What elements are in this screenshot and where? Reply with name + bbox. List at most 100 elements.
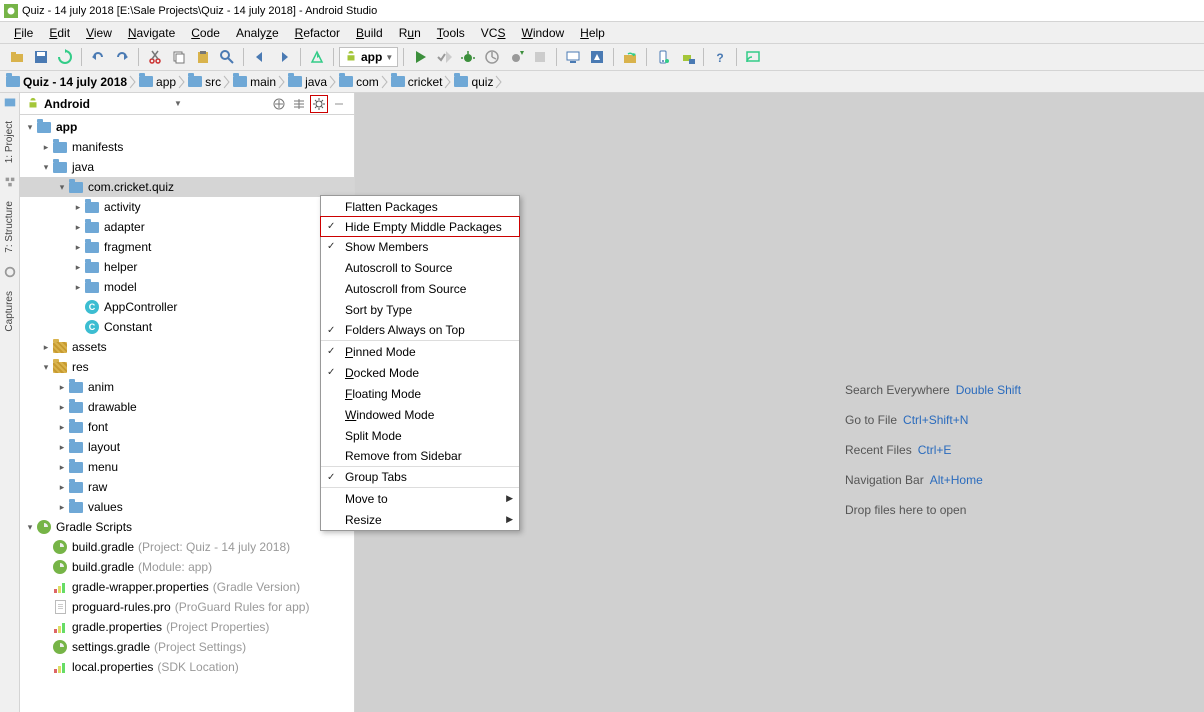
undo-icon[interactable] (87, 46, 109, 68)
menu-item-flatten-packages[interactable]: Flatten Packages (321, 196, 519, 217)
project-view-selector[interactable]: Android ▼ (44, 97, 182, 111)
tree-node-manifests[interactable]: manifests (20, 137, 354, 157)
crumb-cricket[interactable]: cricket (389, 75, 445, 89)
project-tab-icon[interactable] (3, 95, 17, 109)
structure-tab-icon[interactable] (3, 175, 17, 189)
stop-icon[interactable] (529, 46, 551, 68)
menu-item-remove-from-sidebar[interactable]: Remove from Sidebar (321, 446, 519, 467)
menu-tools[interactable]: Tools (429, 24, 473, 42)
menu-item-floating-mode[interactable]: Floating Mode (321, 383, 519, 404)
tree-node-drawable[interactable]: drawable (20, 397, 354, 417)
make-icon[interactable] (306, 46, 328, 68)
copy-icon[interactable] (168, 46, 190, 68)
menu-item-folders-always-on-top[interactable]: ✓Folders Always on Top (321, 320, 519, 341)
menu-item-docked-mode[interactable]: ✓Docked Mode (321, 362, 519, 383)
debug-icon[interactable] (457, 46, 479, 68)
crumb-java[interactable]: java (286, 75, 329, 89)
menu-item-resize[interactable]: Resize▶ (321, 509, 519, 530)
menu-help[interactable]: Help (572, 24, 613, 42)
apply-changes-icon[interactable] (433, 46, 455, 68)
tree-node-package[interactable]: com.cricket.quiz (20, 177, 354, 197)
run-icon[interactable] (409, 46, 431, 68)
menu-vcs[interactable]: VCS (473, 24, 514, 42)
open-icon[interactable] (6, 46, 28, 68)
android-profiler-icon[interactable] (676, 46, 698, 68)
captures-tab-icon[interactable] (3, 265, 17, 279)
profile-icon[interactable] (481, 46, 503, 68)
tree-node-res[interactable]: res (20, 357, 354, 377)
paste-icon[interactable] (192, 46, 214, 68)
attach-debugger-icon[interactable] (505, 46, 527, 68)
menu-refactor[interactable]: Refactor (287, 24, 348, 42)
run-config-selector[interactable]: app ▼ (339, 47, 398, 67)
cast-icon[interactable] (742, 46, 764, 68)
menu-item-sort-by-type[interactable]: Sort by Type (321, 299, 519, 320)
tree-node-gradle-scripts[interactable]: Gradle Scripts (20, 517, 354, 537)
tree-node-assets[interactable]: assets (20, 337, 354, 357)
menu-item-split-mode[interactable]: Split Mode (321, 425, 519, 446)
tree-node-gradle-file[interactable]: gradle.properties(Project Properties) (20, 617, 354, 637)
menu-file[interactable]: File (6, 24, 41, 42)
scroll-from-source-icon[interactable] (270, 95, 288, 113)
tree-node-adapter[interactable]: adapter (20, 217, 354, 237)
tab-structure[interactable]: 7: Structure (2, 197, 17, 257)
menu-item-move-to[interactable]: Move to▶ (321, 488, 519, 509)
tree-node-constant[interactable]: CConstant (20, 317, 354, 337)
crumb-com[interactable]: com (337, 75, 381, 89)
forward-icon[interactable] (273, 46, 295, 68)
tab-project[interactable]: 1: Project (2, 117, 17, 167)
crumb-quiz[interactable]: quiz (452, 75, 495, 89)
avd-manager-icon[interactable] (562, 46, 584, 68)
find-icon[interactable] (216, 46, 238, 68)
sdk-manager-icon[interactable] (586, 46, 608, 68)
menu-code[interactable]: Code (183, 24, 228, 42)
tree-node-raw[interactable]: raw (20, 477, 354, 497)
tree-node-java[interactable]: java (20, 157, 354, 177)
tree-node-gradle-file[interactable]: proguard-rules.pro(ProGuard Rules for ap… (20, 597, 354, 617)
tree-node-layout[interactable]: layout (20, 437, 354, 457)
menu-edit[interactable]: Edit (41, 24, 78, 42)
collapse-all-icon[interactable] (290, 95, 308, 113)
menu-view[interactable]: View (78, 24, 120, 42)
gear-icon[interactable] (310, 95, 328, 113)
crumb-app[interactable]: app (137, 75, 178, 89)
tree-node-activity[interactable]: activity (20, 197, 354, 217)
menu-item-windowed-mode[interactable]: Windowed Mode (321, 404, 519, 425)
tree-node-fragment[interactable]: fragment (20, 237, 354, 257)
hide-icon[interactable] (330, 95, 348, 113)
refresh-icon[interactable] (54, 46, 76, 68)
menu-item-pinned-mode[interactable]: ✓Pinned Mode (321, 341, 519, 362)
tree-node-helper[interactable]: helper (20, 257, 354, 277)
menu-run[interactable]: Run (391, 24, 429, 42)
crumb-src[interactable]: src (186, 75, 223, 89)
sync-icon[interactable] (619, 46, 641, 68)
menu-build[interactable]: Build (348, 24, 391, 42)
crumb-main[interactable]: main (231, 75, 278, 89)
menu-item-show-members[interactable]: ✓Show Members (321, 236, 519, 257)
menu-window[interactable]: Window (513, 24, 572, 42)
save-icon[interactable] (30, 46, 52, 68)
menu-item-hide-empty-middle-packages[interactable]: ✓Hide Empty Middle Packages (320, 216, 520, 237)
tree-node-gradle-file[interactable]: build.gradle(Project: Quiz - 14 july 201… (20, 537, 354, 557)
crumb-root[interactable]: Quiz - 14 july 2018 (4, 75, 129, 89)
tree-node-values[interactable]: values (20, 497, 354, 517)
menu-item-group-tabs[interactable]: ✓Group Tabs (321, 467, 519, 488)
menu-item-autoscroll-from-source[interactable]: Autoscroll from Source (321, 278, 519, 299)
cut-icon[interactable] (144, 46, 166, 68)
tab-captures[interactable]: Captures (2, 287, 17, 336)
tree-node-gradle-file[interactable]: settings.gradle(Project Settings) (20, 637, 354, 657)
help-icon[interactable]: ? (709, 46, 731, 68)
tree-node-font[interactable]: font (20, 417, 354, 437)
tree-node-model[interactable]: model (20, 277, 354, 297)
redo-icon[interactable] (111, 46, 133, 68)
tree-node-app[interactable]: app (20, 117, 354, 137)
menu-analyze[interactable]: Analyze (228, 24, 287, 42)
back-icon[interactable] (249, 46, 271, 68)
tree-node-appcontroller[interactable]: CAppController (20, 297, 354, 317)
menu-item-autoscroll-to-source[interactable]: Autoscroll to Source (321, 257, 519, 278)
menu-navigate[interactable]: Navigate (120, 24, 183, 42)
device-explorer-icon[interactable] (652, 46, 674, 68)
tree-node-gradle-file[interactable]: gradle-wrapper.properties(Gradle Version… (20, 577, 354, 597)
tree-node-gradle-file[interactable]: local.properties(SDK Location) (20, 657, 354, 677)
tree-node-anim[interactable]: anim (20, 377, 354, 397)
